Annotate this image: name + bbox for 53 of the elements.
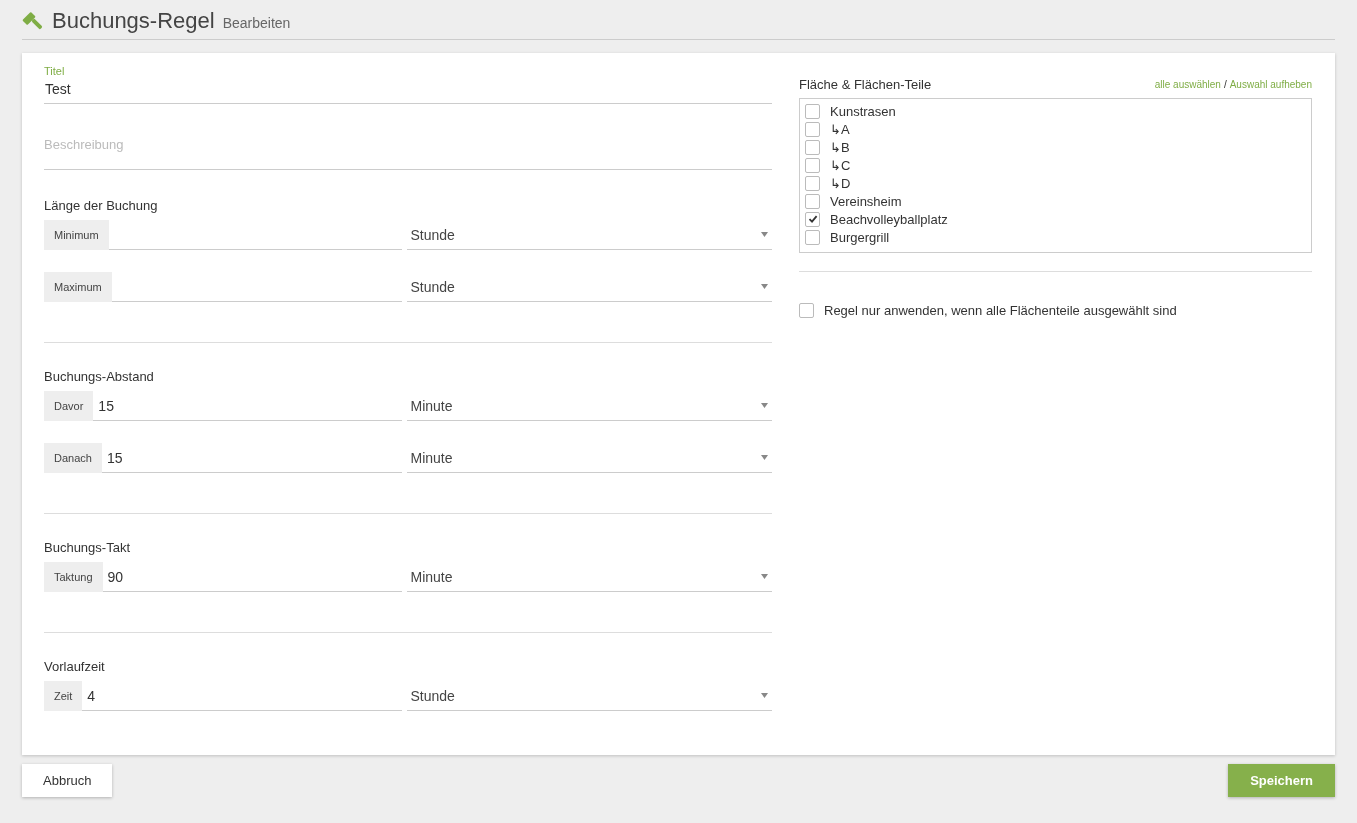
- checkbox-label: ↳B: [830, 140, 850, 156]
- group-heading: Vorlaufzeit: [44, 659, 106, 674]
- title-field[interactable]: Test: [44, 77, 772, 104]
- group-heading: Buchungs-Takt: [44, 540, 131, 555]
- field-label: Danach: [44, 443, 102, 473]
- caret-icon: [761, 455, 768, 460]
- checkbox-label: Regel nur anwenden, wenn alle Flächenteile ausgewählt sind: [824, 302, 1177, 318]
- input-field[interactable]: 4: [82, 681, 402, 711]
- separator: /: [1223, 79, 1227, 90]
- input-field[interactable]: 90: [102, 562, 402, 592]
- section-heading: Fläche & Flächen-Teile: [799, 77, 932, 92]
- field-label: Titel: [44, 65, 66, 77]
- caret-icon: [761, 693, 768, 698]
- caret-icon: [761, 403, 768, 408]
- gavel-icon: [22, 10, 44, 32]
- page-subtitle: Bearbeiten: [222, 15, 291, 31]
- checkbox[interactable]: [799, 302, 814, 318]
- caret-icon: [761, 284, 768, 289]
- caret-icon: [761, 232, 768, 237]
- cancel-button[interactable]: Abbruch: [22, 764, 113, 797]
- checkbox-label: ↳A: [830, 122, 850, 138]
- checkbox[interactable]: [805, 104, 820, 120]
- checkbox[interactable]: [805, 211, 820, 227]
- checkbox[interactable]: [805, 158, 820, 174]
- caret-icon: [761, 574, 768, 579]
- field-label: Davor: [44, 391, 94, 421]
- checkbox-label: Kunstrasen: [830, 104, 896, 120]
- checkbox[interactable]: [805, 122, 820, 138]
- checkbox-label: Beachvolleyballplatz: [830, 211, 948, 227]
- checkbox-label: Vereinsheim: [830, 193, 902, 209]
- input-field[interactable]: 15: [101, 443, 402, 473]
- field-label: Taktung: [44, 562, 103, 592]
- group-heading: Länge der Buchung: [44, 198, 159, 213]
- unit-dropdown[interactable]: Minute: [406, 443, 772, 473]
- field-label: Minimum: [44, 220, 109, 250]
- field-label: Maximum: [44, 272, 112, 302]
- unit-dropdown[interactable]: Stunde: [406, 272, 772, 302]
- checkbox[interactable]: [805, 140, 820, 156]
- checkbox[interactable]: [805, 193, 820, 209]
- page-title: Buchungs-Regel: [52, 8, 215, 34]
- checkbox[interactable]: [805, 175, 820, 191]
- unit-dropdown[interactable]: Stunde: [406, 681, 772, 711]
- unit-dropdown[interactable]: Minute: [406, 562, 772, 592]
- checkbox-label: Burgergrill: [830, 229, 890, 245]
- check-icon: [807, 214, 818, 225]
- checkbox-label: ↳C: [830, 158, 851, 174]
- checkbox[interactable]: [805, 229, 820, 245]
- unit-dropdown[interactable]: Stunde: [406, 220, 772, 250]
- input-field[interactable]: 15: [93, 391, 402, 421]
- checkbox-label: ↳D: [830, 175, 851, 191]
- field-label: Zeit: [44, 681, 83, 711]
- unit-dropdown[interactable]: Minute: [406, 391, 772, 421]
- group-heading: Buchungs-Abstand: [44, 369, 155, 384]
